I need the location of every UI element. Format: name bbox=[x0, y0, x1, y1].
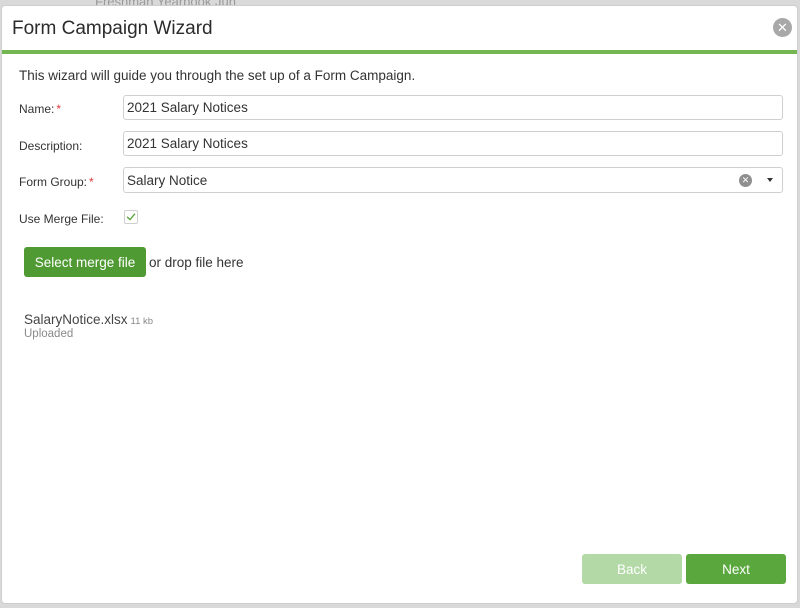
name-label-text: Name: bbox=[19, 102, 55, 116]
name-field[interactable] bbox=[123, 95, 783, 120]
form-group-selected-value: Salary Notice bbox=[127, 173, 208, 188]
description-field[interactable] bbox=[123, 131, 783, 156]
form-group-label: Form Group: * bbox=[19, 175, 94, 189]
checkmark-icon bbox=[126, 213, 136, 221]
dialog-header: Form Campaign Wizard ✕ bbox=[2, 6, 797, 54]
clear-selection-icon[interactable]: ✕ bbox=[739, 174, 752, 187]
select-merge-file-button[interactable]: Select merge file bbox=[24, 247, 146, 277]
uploaded-file-item: SalaryNotice.xlsx 11 kb bbox=[24, 312, 153, 327]
back-button[interactable]: Back bbox=[582, 554, 682, 584]
uploaded-file-size: 11 kb bbox=[130, 316, 154, 327]
use-merge-file-checkbox[interactable] bbox=[124, 210, 138, 224]
name-label: Name: * bbox=[19, 102, 61, 116]
upload-status: Uploaded bbox=[24, 328, 74, 340]
required-marker: * bbox=[89, 175, 94, 189]
form-group-select[interactable]: Salary Notice ✕ bbox=[123, 167, 783, 193]
dialog-title: Form Campaign Wizard bbox=[12, 18, 213, 39]
chevron-down-icon[interactable] bbox=[767, 178, 773, 182]
form-campaign-wizard-dialog: Form Campaign Wizard ✕ This wizard will … bbox=[1, 5, 798, 604]
required-marker: * bbox=[56, 102, 62, 116]
drop-file-hint: or drop file here bbox=[149, 255, 244, 270]
form-group-label-text: Form Group: bbox=[19, 175, 88, 189]
use-merge-file-label: Use Merge File: bbox=[19, 212, 104, 226]
close-icon[interactable]: ✕ bbox=[773, 18, 792, 37]
intro-text: This wizard will guide you through the s… bbox=[19, 68, 416, 83]
next-button[interactable]: Next bbox=[686, 554, 786, 584]
description-label: Description: bbox=[19, 139, 83, 153]
uploaded-file-name: SalaryNotice.xlsx bbox=[24, 312, 128, 327]
